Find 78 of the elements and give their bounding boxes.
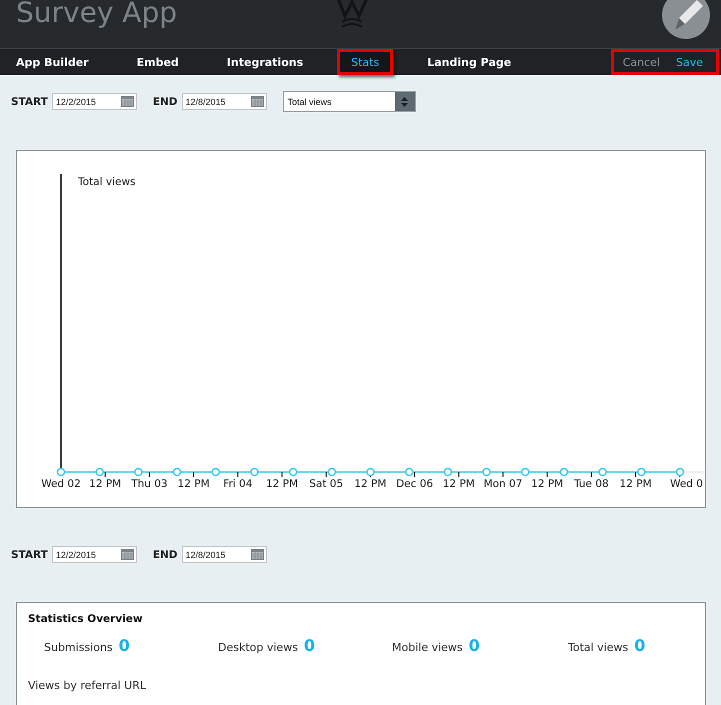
stat-value: 0 [634, 636, 646, 655]
series-label: Total views [78, 176, 136, 188]
metric-dropdown[interactable]: Total views [282, 91, 416, 112]
nav-tab[interactable]: App Builder [2, 49, 103, 75]
x-axis-label: 12 PM [442, 478, 475, 490]
x-axis-label: Sat 05 [309, 478, 344, 490]
tick-mark [502, 472, 504, 478]
date-field[interactable]: 12/2/2015 [52, 93, 137, 110]
sort-arrows-icon [401, 96, 408, 106]
x-axis-label: 12 PM [266, 478, 298, 490]
x-axis-label: Mon 07 [484, 478, 522, 490]
date-label: END [152, 96, 178, 108]
x-axis-label: Dec 06 [396, 478, 434, 490]
tick-mark [237, 472, 238, 478]
app-title: Survey App [16, 0, 177, 29]
data-point [212, 468, 220, 476]
stat-label: Mobile views [392, 641, 463, 654]
data-point [288, 468, 298, 476]
data-point [56, 468, 66, 476]
date-field[interactable]: 12/8/2015 [182, 93, 266, 110]
date-label: START [11, 548, 48, 560]
nav-tab[interactable]: Stats [337, 49, 394, 75]
tick-mark [414, 472, 416, 478]
x-axis-label: Wed 0 [670, 478, 703, 490]
nav-tab[interactable]: Landing Page [413, 49, 526, 75]
section-subtitle: Views by referral URL [28, 679, 147, 692]
stat-label: Desktop views [218, 641, 298, 654]
data-point [676, 468, 684, 476]
tick-mark [458, 472, 460, 478]
x-axis-label: Thu 03 [131, 478, 168, 490]
tick-mark [326, 472, 327, 478]
tick-mark [104, 472, 106, 478]
stat-value: 0 [304, 636, 316, 655]
data-point [328, 468, 336, 476]
calendar-icon[interactable] [250, 96, 264, 107]
data-point [444, 468, 452, 476]
x-axis-label: 12 PM [178, 478, 210, 490]
x-axis-label: Tue 08 [574, 478, 609, 490]
data-point [637, 468, 646, 476]
x-axis-label: 12 PM [620, 478, 652, 490]
x-axis-label: 12 PM [354, 478, 386, 490]
tick-mark [148, 472, 150, 478]
stat-value: 0 [118, 636, 130, 655]
calendar-icon[interactable] [250, 549, 264, 560]
tick-mark [590, 472, 592, 478]
stat-value: 0 [468, 636, 480, 655]
data-point [134, 468, 143, 476]
stat-label: Total views [568, 641, 628, 654]
section-title: Statistics Overview [28, 613, 144, 625]
data-point [404, 468, 414, 476]
x-axis-label: Fri 04 [223, 478, 252, 490]
x-axis-label: 12 PM [531, 478, 564, 490]
date-label: END [152, 548, 178, 560]
data-point [521, 468, 530, 476]
x-axis-label: Wed 02 [41, 478, 81, 490]
date-field[interactable]: 12/2/2015 [52, 546, 137, 563]
data-point [95, 468, 104, 476]
data-point [172, 468, 182, 476]
save-button[interactable]: Save [668, 49, 711, 75]
data-point [482, 468, 491, 476]
calendar-icon[interactable] [120, 549, 134, 560]
data-point [560, 468, 568, 476]
data-point [598, 468, 607, 476]
nav-tab[interactable]: Embed [122, 49, 193, 75]
pencil-icon[interactable] [661, 0, 711, 40]
date-label: START [11, 96, 48, 108]
logo-icon [336, 0, 370, 30]
data-point [366, 468, 375, 476]
tick-mark [546, 472, 548, 478]
x-axis-label: 12 PM [89, 478, 122, 490]
nav-tab[interactable]: Integrations [212, 49, 318, 75]
date-field[interactable]: 12/8/2015 [182, 546, 266, 563]
data-point [250, 468, 259, 476]
tick-mark [193, 472, 194, 478]
stat-label: Submissions [44, 641, 113, 654]
tick-mark [635, 472, 636, 478]
cancel-button[interactable]: Cancel [614, 49, 668, 75]
calendar-icon[interactable] [120, 96, 134, 107]
